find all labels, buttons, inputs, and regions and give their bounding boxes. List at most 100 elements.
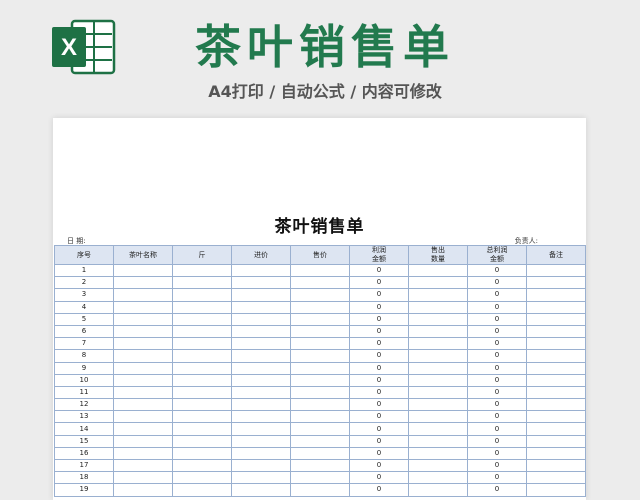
cell-no[interactable]: 19: [54, 483, 114, 497]
cell-cost-price[interactable]: [231, 312, 291, 326]
cell-qty-sold[interactable]: [408, 349, 468, 363]
cell-cost-price[interactable]: [231, 288, 291, 302]
cell-sale-price[interactable]: [290, 324, 350, 339]
cell-sale-price[interactable]: [290, 349, 350, 363]
cell-tea-name[interactable]: [113, 263, 173, 278]
cell-total-profit[interactable]: 0: [467, 300, 527, 314]
cell-total-profit[interactable]: 0: [467, 398, 527, 412]
cell-cost-price[interactable]: [231, 434, 291, 448]
cell-no[interactable]: 2: [54, 276, 114, 290]
cell-cost-price[interactable]: [231, 349, 291, 363]
cell-remarks[interactable]: [526, 471, 586, 485]
cell-remarks[interactable]: [526, 337, 586, 351]
cell-profit[interactable]: 0: [349, 276, 409, 290]
cell-profit[interactable]: 0: [349, 434, 409, 448]
cell-profit[interactable]: 0: [349, 288, 409, 302]
cell-cost-price[interactable]: [231, 300, 291, 314]
cell-tea-name[interactable]: [113, 385, 173, 400]
cell-jin[interactable]: [172, 361, 232, 375]
cell-remarks[interactable]: [526, 483, 586, 497]
cell-qty-sold[interactable]: [408, 373, 468, 387]
cell-sale-price[interactable]: [290, 300, 350, 314]
cell-jin[interactable]: [172, 324, 232, 339]
cell-tea-name[interactable]: [113, 276, 173, 290]
cell-profit[interactable]: 0: [349, 361, 409, 375]
cell-total-profit[interactable]: 0: [467, 458, 527, 473]
cell-profit[interactable]: 0: [349, 324, 409, 339]
cell-jin[interactable]: [172, 434, 232, 448]
cell-qty-sold[interactable]: [408, 312, 468, 326]
cell-profit[interactable]: 0: [349, 422, 409, 436]
cell-cost-price[interactable]: [231, 361, 291, 375]
cell-remarks[interactable]: [526, 422, 586, 436]
cell-no[interactable]: 8: [54, 349, 114, 363]
cell-cost-price[interactable]: [231, 337, 291, 351]
cell-no[interactable]: 18: [54, 471, 114, 485]
cell-tea-name[interactable]: [113, 398, 173, 412]
cell-no[interactable]: 9: [54, 361, 114, 375]
cell-profit[interactable]: 0: [349, 349, 409, 363]
cell-tea-name[interactable]: [113, 446, 173, 461]
cell-total-profit[interactable]: 0: [467, 373, 527, 387]
cell-qty-sold[interactable]: [408, 276, 468, 290]
cell-no[interactable]: 1: [54, 263, 114, 278]
cell-tea-name[interactable]: [113, 422, 173, 436]
cell-sale-price[interactable]: [290, 263, 350, 278]
cell-total-profit[interactable]: 0: [467, 276, 527, 290]
cell-remarks[interactable]: [526, 276, 586, 290]
cell-tea-name[interactable]: [113, 434, 173, 448]
cell-total-profit[interactable]: 0: [467, 312, 527, 326]
cell-profit[interactable]: 0: [349, 312, 409, 326]
cell-tea-name[interactable]: [113, 483, 173, 497]
cell-profit[interactable]: 0: [349, 483, 409, 497]
cell-qty-sold[interactable]: [408, 483, 468, 497]
cell-no[interactable]: 13: [54, 410, 114, 424]
cell-tea-name[interactable]: [113, 349, 173, 363]
cell-profit[interactable]: 0: [349, 385, 409, 400]
cell-no[interactable]: 15: [54, 434, 114, 448]
cell-remarks[interactable]: [526, 373, 586, 387]
cell-total-profit[interactable]: 0: [467, 385, 527, 400]
cell-tea-name[interactable]: [113, 288, 173, 302]
cell-total-profit[interactable]: 0: [467, 361, 527, 375]
cell-cost-price[interactable]: [231, 458, 291, 473]
cell-jin[interactable]: [172, 373, 232, 387]
cell-cost-price[interactable]: [231, 471, 291, 485]
cell-jin[interactable]: [172, 337, 232, 351]
cell-jin[interactable]: [172, 385, 232, 400]
cell-remarks[interactable]: [526, 312, 586, 326]
cell-sale-price[interactable]: [290, 410, 350, 424]
cell-no[interactable]: 14: [54, 422, 114, 436]
cell-cost-price[interactable]: [231, 276, 291, 290]
cell-sale-price[interactable]: [290, 471, 350, 485]
cell-no[interactable]: 11: [54, 385, 114, 400]
cell-profit[interactable]: 0: [349, 373, 409, 387]
cell-qty-sold[interactable]: [408, 410, 468, 424]
cell-remarks[interactable]: [526, 349, 586, 363]
cell-total-profit[interactable]: 0: [467, 288, 527, 302]
cell-remarks[interactable]: [526, 458, 586, 473]
cell-cost-price[interactable]: [231, 483, 291, 497]
cell-tea-name[interactable]: [113, 324, 173, 339]
cell-sale-price[interactable]: [290, 434, 350, 448]
cell-jin[interactable]: [172, 446, 232, 461]
cell-no[interactable]: 5: [54, 312, 114, 326]
cell-qty-sold[interactable]: [408, 337, 468, 351]
cell-remarks[interactable]: [526, 300, 586, 314]
cell-jin[interactable]: [172, 458, 232, 473]
cell-cost-price[interactable]: [231, 422, 291, 436]
cell-no[interactable]: 7: [54, 337, 114, 351]
cell-no[interactable]: 17: [54, 458, 114, 473]
cell-qty-sold[interactable]: [408, 422, 468, 436]
cell-cost-price[interactable]: [231, 446, 291, 461]
cell-jin[interactable]: [172, 349, 232, 363]
cell-remarks[interactable]: [526, 263, 586, 278]
cell-sale-price[interactable]: [290, 373, 350, 387]
cell-jin[interactable]: [172, 312, 232, 326]
cell-cost-price[interactable]: [231, 410, 291, 424]
cell-jin[interactable]: [172, 422, 232, 436]
cell-total-profit[interactable]: 0: [467, 410, 527, 424]
cell-tea-name[interactable]: [113, 337, 173, 351]
cell-profit[interactable]: 0: [349, 337, 409, 351]
cell-total-profit[interactable]: 0: [467, 422, 527, 436]
